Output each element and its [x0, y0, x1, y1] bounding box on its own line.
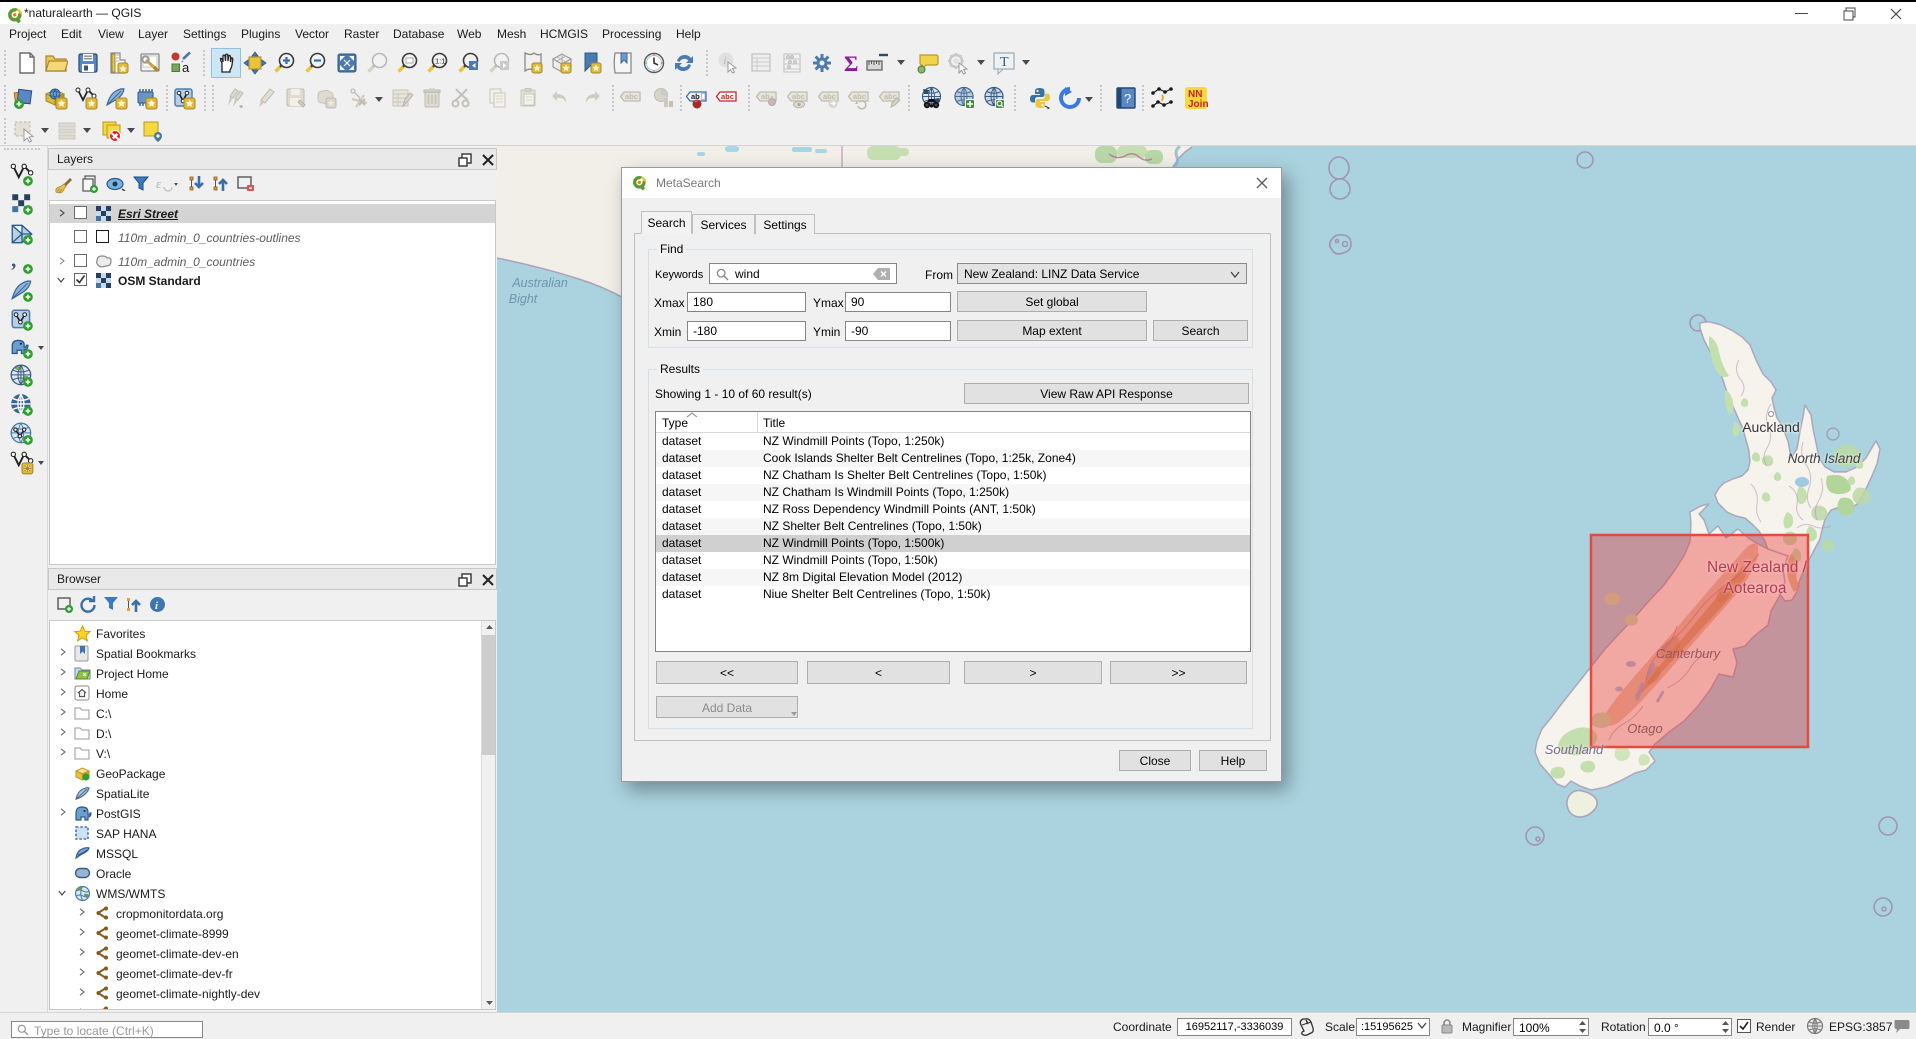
svg-text:Σ: Σ — [844, 51, 858, 75]
svg-text:North Island: North Island — [1788, 451, 1861, 466]
svg-text:abc: abc — [792, 92, 805, 101]
svg-text:Auckland: Auckland — [1742, 419, 1800, 435]
svg-text:Australian: Australian — [511, 276, 568, 290]
svg-text:T: T — [1000, 55, 1009, 70]
svg-text:,: , — [11, 250, 16, 271]
svg-text:?: ? — [1124, 91, 1131, 106]
svg-text:abc: abc — [625, 92, 638, 101]
svg-text:a: a — [182, 60, 190, 75]
svg-text:1:1: 1:1 — [435, 57, 445, 66]
svg-text:ab: ab — [691, 92, 700, 101]
svg-text:abc: abc — [853, 92, 866, 101]
svg-text:ε: ε — [156, 176, 162, 191]
svg-text:Southland: Southland — [1545, 742, 1604, 757]
svg-text:Bight: Bight — [509, 292, 538, 306]
svg-text:abc: abc — [721, 92, 734, 101]
svg-text:New Zealand /: New Zealand / — [1707, 559, 1808, 576]
svg-text:i: i — [724, 55, 727, 67]
svg-text:Join: Join — [1188, 99, 1208, 110]
svg-text:Otago: Otago — [1627, 721, 1662, 736]
svg-text:Canterbury: Canterbury — [1656, 646, 1722, 661]
svg-text:Aotearoa: Aotearoa — [1724, 580, 1787, 597]
